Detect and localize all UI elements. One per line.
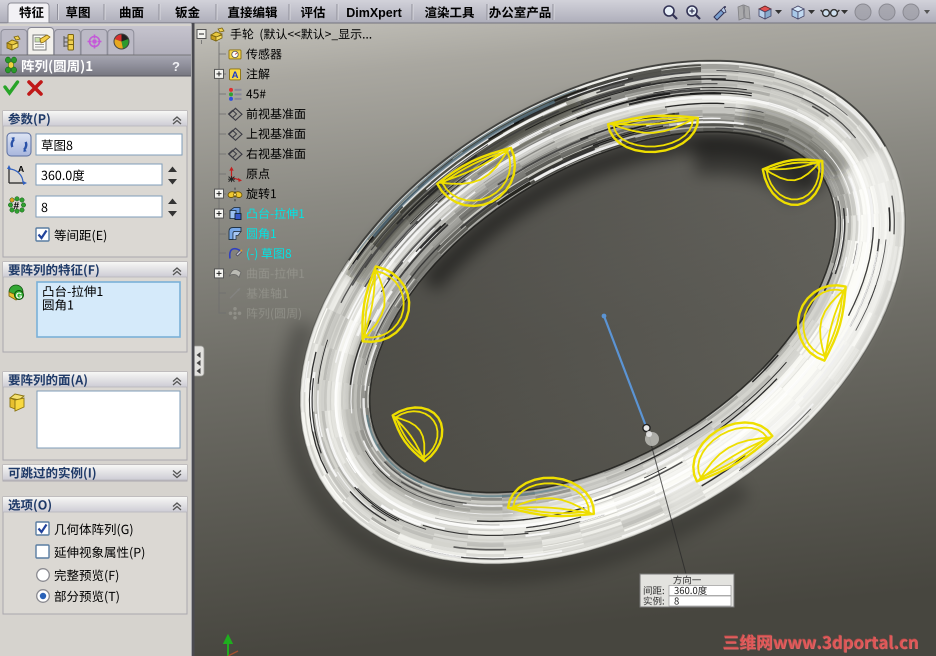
svg-text:A: A (232, 70, 239, 81)
svg-text:DimXpert: DimXpert (346, 6, 402, 20)
svg-text:A: A (18, 164, 24, 174)
svg-text:?: ? (172, 59, 180, 74)
svg-text:G: G (16, 291, 23, 301)
svg-text:#: # (14, 201, 20, 212)
